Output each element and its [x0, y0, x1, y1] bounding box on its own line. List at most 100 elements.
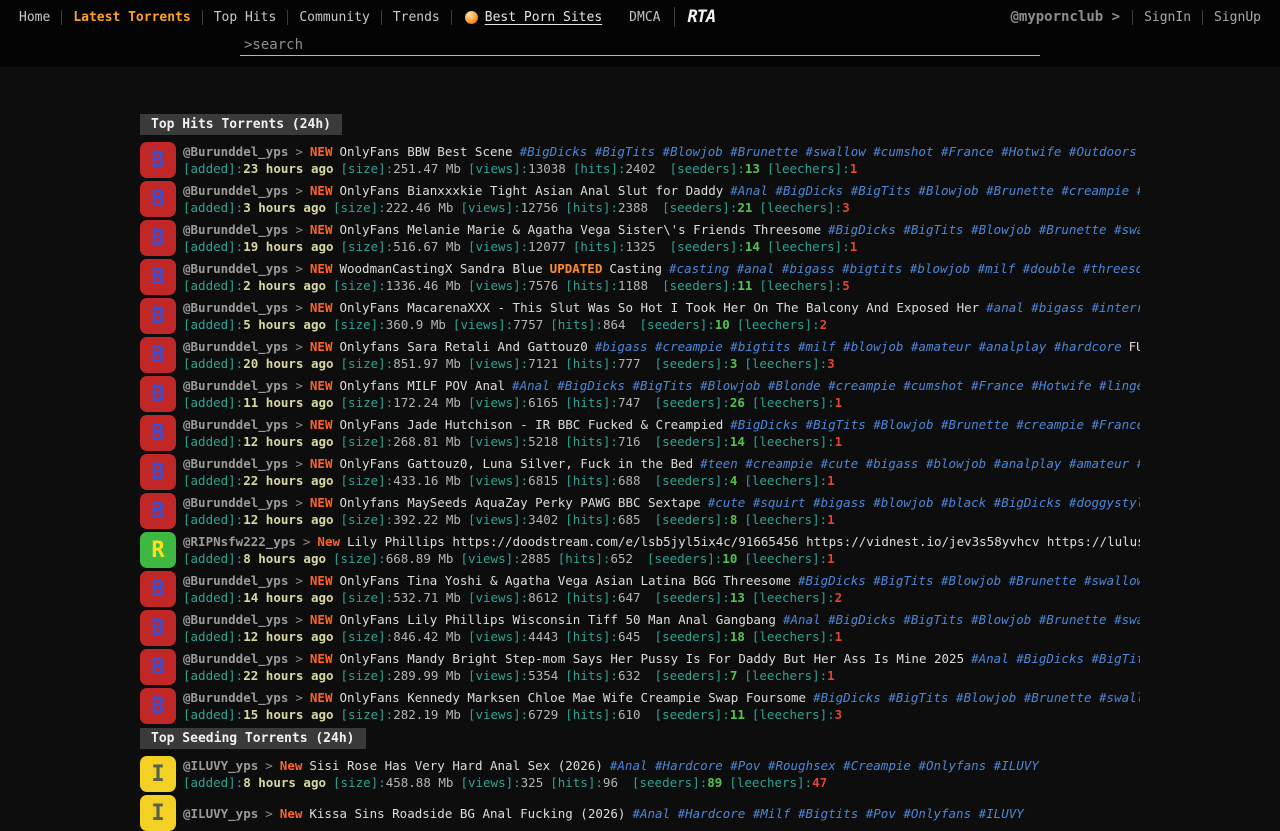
torrent-title[interactable]: Sisi Rose Has Very Hard Anal Sex (2026) — [309, 758, 603, 773]
hashtag-list[interactable]: #BigDicks #BigTits #Blowjob #Brunette #c… — [730, 417, 1140, 432]
uploader-name[interactable]: @ILUVY_yps — [183, 758, 258, 773]
uploader-avatar[interactable]: R — [140, 532, 176, 568]
size-value: 851.97 Mb — [393, 356, 461, 371]
uploader-name[interactable]: @Burunddel_yps — [183, 183, 288, 198]
nav-top-hits[interactable]: Top Hits — [203, 10, 289, 25]
seeders-value: 14 — [745, 239, 760, 254]
torrent-title[interactable]: OnlyFans Kennedy Marksen Chloe Mae Wife … — [339, 690, 806, 705]
hashtag-list[interactable]: #Anal #BigDicks #BigTits #Blowjob #Blond… — [512, 378, 1140, 393]
hashtag-list[interactable]: #BigDicks #BigTits #Blowjob #Brunette #s… — [520, 144, 1140, 159]
hashtag-list[interactable]: #cute #squirt #bigass #blowjob #black #B… — [708, 495, 1140, 510]
hashtag-list[interactable]: #BigDicks #BigTits #Blowjob #Brunette #s… — [813, 690, 1140, 705]
uploader-avatar[interactable]: I — [140, 795, 176, 831]
hits-label: [hits]: — [550, 317, 603, 332]
uploader-name[interactable]: @Burunddel_yps — [183, 495, 288, 510]
uploader-avatar[interactable]: B — [140, 454, 176, 490]
uploader-name[interactable]: @Burunddel_yps — [183, 300, 288, 315]
views-label: [views]: — [468, 590, 528, 605]
added-stat: [added]:8 hours ago — [183, 775, 326, 790]
leechers-stat: [leechers]:1 — [744, 512, 834, 527]
hashtag-list[interactable]: #Anal #Hardcore #Pov #Roughsex #Creampie… — [610, 758, 1039, 773]
uploader-avatar[interactable]: B — [140, 376, 176, 412]
size-value: 172.24 Mb — [393, 395, 461, 410]
seeders-stat: [seeders]:10 — [640, 317, 730, 332]
torrent-title[interactable]: OnlyFans Mandy Bright Step-mom Says Her … — [339, 651, 964, 666]
torrent-title[interactable]: OnlyFans Bianxxxkie Tight Asian Anal Slu… — [339, 183, 723, 198]
torrent-title[interactable]: OnlyFans BBW Best Scene — [339, 144, 512, 159]
uploader-avatar[interactable]: B — [140, 493, 176, 529]
torrent-title[interactable]: OnlyFans Tina Yoshi & Agatha Vega Asian … — [339, 573, 791, 588]
torrent-title[interactable]: Lily Phillips https://doodstream.com/e/l… — [347, 534, 1140, 549]
uploader-avatar[interactable]: B — [140, 337, 176, 373]
size-stat: [size]:668.89 Mb — [333, 551, 453, 566]
uploader-name[interactable]: @Burunddel_yps — [183, 612, 288, 627]
signin-link[interactable]: SignIn — [1132, 10, 1202, 25]
hashtag-list[interactable]: #bigass #creampie #bigtits #milf #blowjo… — [595, 339, 1122, 354]
nav-dmca[interactable]: DMCA — [615, 10, 674, 25]
uploader-name[interactable]: @Burunddel_yps — [183, 651, 288, 666]
uploader-avatar[interactable]: B — [140, 610, 176, 646]
torrent-title-line: @Burunddel_yps>NEWOnlyFans MacarenaXXX -… — [183, 299, 1140, 316]
uploader-name[interactable]: @RIPNsfw222_yps — [183, 534, 296, 549]
hashtag-list[interactable]: #BigDicks #BigTits #Blowjob #Brunette #s… — [828, 222, 1140, 237]
new-badge: NEW — [310, 300, 333, 315]
uploader-avatar[interactable]: B — [140, 688, 176, 724]
hashtag-list[interactable]: #Anal #BigDicks #BigTits #Blowjob #Brune… — [783, 612, 1140, 627]
uploader-name[interactable]: @Burunddel_yps — [183, 261, 288, 276]
torrent-title[interactable]: OnlyFans Gattouz0, Luna Silver, Fuck in … — [339, 456, 693, 471]
new-badge: NEW — [310, 183, 333, 198]
leechers-label: [leechers]: — [752, 707, 835, 722]
uploader-name[interactable]: @Burunddel_yps — [183, 417, 288, 432]
nav-community[interactable]: Community — [288, 10, 381, 25]
hashtag-list[interactable]: #casting #anal #bigass #bigtits #blowjob… — [669, 261, 1140, 276]
nav-latest-torrents[interactable]: Latest Torrents — [62, 10, 202, 25]
uploader-avatar[interactable]: B — [140, 142, 176, 178]
uploader-avatar[interactable]: I — [140, 756, 176, 792]
torrent-meta-line: [added]:8 hours ago[size]:458.88 Mb[view… — [183, 774, 1140, 791]
uploader-name[interactable]: @Burunddel_yps — [183, 690, 288, 705]
uploader-name[interactable]: @Burunddel_yps — [183, 378, 288, 393]
uploader-name[interactable]: @ILUVY_yps — [183, 806, 258, 821]
uploader-avatar[interactable]: B — [140, 415, 176, 451]
torrent-title[interactable]: Onlyfans Sara Retali And Gattouz0 — [339, 339, 587, 354]
search-input[interactable] — [240, 35, 1040, 56]
torrent-title[interactable]: OnlyFans Melanie Marie & Agatha Vega Sis… — [339, 222, 821, 237]
uploader-avatar[interactable]: B — [140, 181, 176, 217]
hashtag-list[interactable]: #teen #creampie #cute #bigass #blowjob #… — [700, 456, 1140, 471]
hashtag-list[interactable]: #BigDicks #BigTits #Blowjob #Brunette #s… — [798, 573, 1140, 588]
torrent-title[interactable]: WoodmanCastingX Sandra Blue — [339, 261, 542, 276]
size-stat: [size]:846.42 Mb — [341, 629, 461, 644]
hashtag-list[interactable]: #Anal #Hardcore #Milf #Bigtits #Pov #Onl… — [632, 806, 1023, 821]
uploader-avatar[interactable]: B — [140, 259, 176, 295]
uploader-name[interactable]: @Burunddel_yps — [183, 339, 288, 354]
seeders-label: [seeders]: — [655, 707, 730, 722]
uploader-avatar[interactable]: B — [140, 649, 176, 685]
nav-home[interactable]: Home — [8, 10, 62, 25]
torrent-title[interactable]: Onlyfans MaySeeds AquaZay Perky PAWG BBC… — [339, 495, 700, 510]
torrent-title[interactable]: OnlyFans MacarenaXXX - This Slut Was So … — [339, 300, 979, 315]
hashtag-list[interactable]: #anal #bigass #interrac… — [986, 300, 1140, 315]
uploader-name[interactable]: @Burunddel_yps — [183, 573, 288, 588]
uploader-avatar[interactable]: B — [140, 571, 176, 607]
uploader-name[interactable]: @Burunddel_yps — [183, 456, 288, 471]
views-label: [views]: — [468, 473, 528, 488]
nav-trends[interactable]: Trends — [382, 10, 452, 25]
uploader-name[interactable]: @Burunddel_yps — [183, 144, 288, 159]
hashtag-list[interactable]: #Anal #BigDicks #BigTits #Blowjob #Brune… — [730, 183, 1140, 198]
views-stat: [views]:7576 — [468, 278, 558, 293]
uploader-name[interactable]: @Burunddel_yps — [183, 222, 288, 237]
torrent-title-cont[interactable]: Casting — [609, 261, 662, 276]
torrent-title[interactable]: OnlyFans Lily Phillips Wisconsin Tiff 50… — [339, 612, 776, 627]
signup-link[interactable]: SignUp — [1202, 10, 1272, 25]
uploader-avatar[interactable]: B — [140, 298, 176, 334]
leechers-value: 1 — [827, 668, 835, 683]
size-label: [size]: — [341, 512, 394, 527]
site-brand[interactable]: @mypornclub > — [998, 9, 1132, 25]
torrent-title[interactable]: Kissa Sins Roadside BG Anal Fucking (202… — [309, 806, 625, 821]
hashtag-list[interactable]: #Anal #BigDicks #BigTits … — [971, 651, 1140, 666]
torrent-title[interactable]: OnlyFans Jade Hutchison - IR BBC Fucked … — [339, 417, 723, 432]
new-badge: NEW — [310, 690, 333, 705]
uploader-avatar[interactable]: B — [140, 220, 176, 256]
torrent-title[interactable]: Onlyfans MILF POV Anal — [339, 378, 505, 393]
best-porn-sites-link[interactable]: Best Porn Sites — [452, 10, 615, 25]
